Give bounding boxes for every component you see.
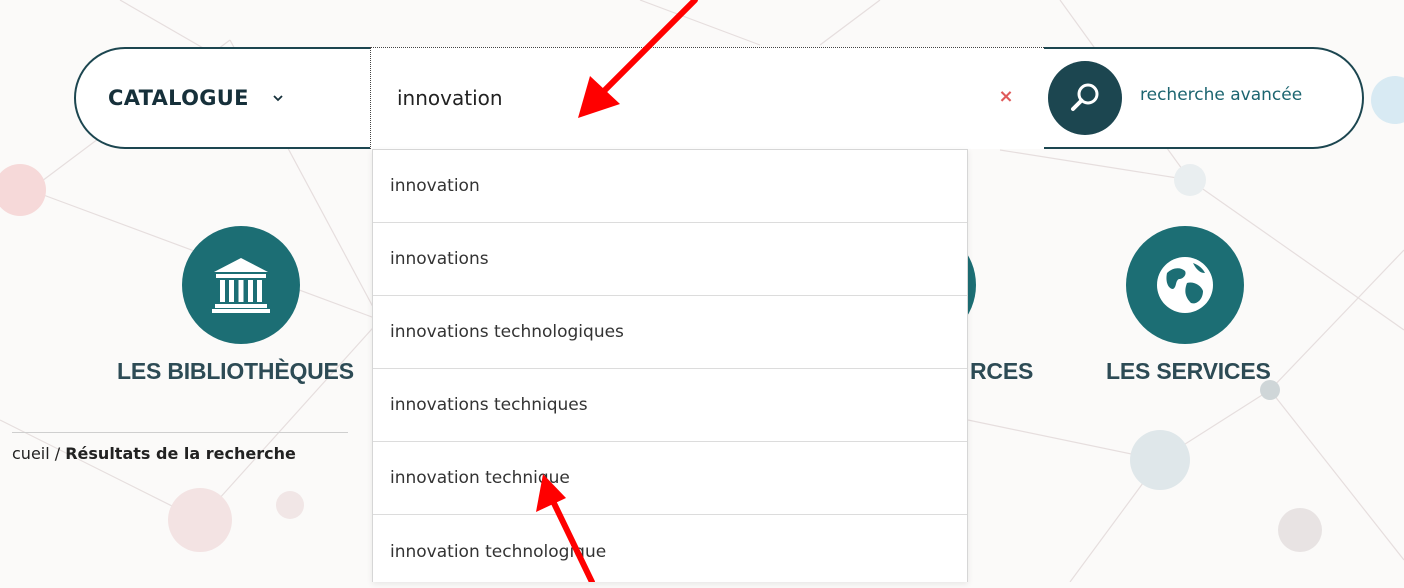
- library-building-icon: [212, 258, 270, 313]
- breadcrumb-separator: /: [49, 444, 66, 463]
- suggestion-item[interactable]: innovation technologique: [373, 515, 967, 588]
- breadcrumb-home[interactable]: cueil: [12, 444, 50, 463]
- suggestion-item[interactable]: innovation technique: [373, 442, 967, 515]
- search-scope-dropdown[interactable]: CATALOGUE: [76, 49, 370, 147]
- services-nav-icon[interactable]: [1126, 226, 1244, 344]
- suggestion-item[interactable]: innovations techniques: [373, 369, 967, 442]
- search-field: [370, 47, 1044, 149]
- suggestion-item[interactable]: innovations: [373, 223, 967, 296]
- resources-nav-label[interactable]: RCES: [970, 358, 1033, 385]
- autocomplete-dropdown: innovation innovations innovations techn…: [372, 149, 968, 582]
- search-icon: [1071, 83, 1099, 111]
- search-button[interactable]: [1048, 61, 1122, 135]
- chevron-down-icon: [273, 95, 283, 102]
- suggestion-item[interactable]: innovation: [373, 150, 967, 223]
- breadcrumb-current: Résultats de la recherche: [65, 444, 296, 463]
- search-bar: CATALOGUE × recherche avancée: [74, 47, 1364, 149]
- suggestion-item[interactable]: innovations technologiques: [373, 296, 967, 369]
- search-input[interactable]: [371, 48, 971, 148]
- services-nav-label[interactable]: LES SERVICES: [1106, 358, 1271, 385]
- breadcrumb: cueil / Résultats de la recherche: [12, 432, 348, 463]
- globe-icon: [1157, 257, 1213, 313]
- libraries-nav-icon[interactable]: [182, 226, 300, 344]
- clear-search-button[interactable]: ×: [994, 85, 1018, 109]
- libraries-nav-label[interactable]: LES BIBLIOTHÈQUES: [117, 358, 354, 385]
- search-scope-label: CATALOGUE: [108, 86, 249, 110]
- advanced-search-link[interactable]: recherche avancée: [1140, 85, 1302, 105]
